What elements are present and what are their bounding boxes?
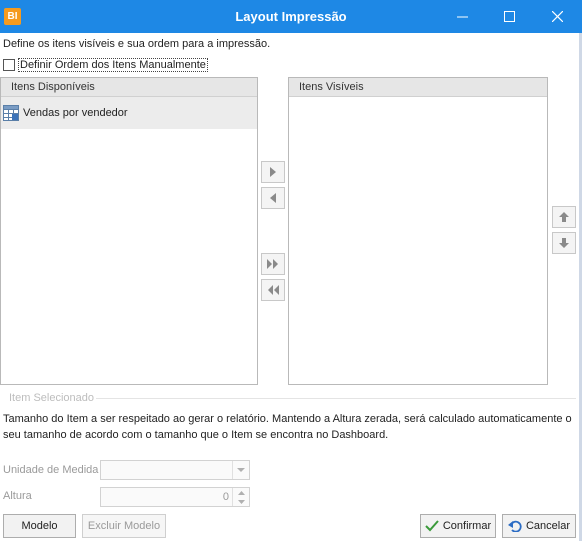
move-left-icon <box>270 193 276 203</box>
maximize-icon <box>503 11 515 22</box>
delete-model-button[interactable]: Excluir Modelo <box>82 514 166 538</box>
move-up-icon <box>559 212 569 222</box>
chevron-up-icon <box>237 490 245 495</box>
selected-item-info: Tamanho do Item a ser respeitado ao gera… <box>3 413 572 441</box>
available-items-panel[interactable]: Itens Disponíveis Vendas por vendedor <box>0 77 258 385</box>
minimize-button[interactable] <box>439 0 485 33</box>
manual-order-label[interactable]: Definir Ordem dos Itens Manualmente <box>18 58 208 72</box>
unit-select[interactable] <box>100 460 250 480</box>
close-button[interactable] <box>534 0 580 33</box>
move-down-icon <box>559 238 569 248</box>
cancel-button[interactable]: Cancelar <box>502 514 576 538</box>
cancel-button-label: Cancelar <box>525 520 571 532</box>
unit-label: Unidade de Medida <box>3 464 99 476</box>
table-report-icon <box>3 105 19 121</box>
manual-order-checkbox[interactable] <box>3 59 15 71</box>
visible-items-panel[interactable]: Itens Visíveis <box>288 77 548 385</box>
move-down-button[interactable] <box>552 232 576 254</box>
dropdown-button[interactable] <box>232 461 249 479</box>
visible-items-header: Itens Visíveis <box>289 78 547 97</box>
available-items-header: Itens Disponíveis <box>1 78 257 97</box>
stepper-buttons[interactable] <box>232 488 249 506</box>
description-text: Define os itens visíveis e sua ordem par… <box>3 38 271 50</box>
confirm-button[interactable]: Confirmar <box>420 514 496 538</box>
manual-order-checkbox-row[interactable]: Definir Ordem dos Itens Manualmente <box>3 58 208 72</box>
move-left-button[interactable] <box>261 187 285 209</box>
minimize-icon <box>456 16 468 18</box>
move-all-left-icon <box>268 285 279 295</box>
move-all-right-button[interactable] <box>261 253 285 275</box>
title-bar: BI Layout Impressão <box>0 0 582 33</box>
move-all-left-button[interactable] <box>261 279 285 301</box>
model-button[interactable]: Modelo <box>3 514 76 538</box>
list-item-label: Vendas por vendedor <box>23 107 128 119</box>
move-up-button[interactable] <box>552 206 576 228</box>
stepper-up-button[interactable] <box>233 488 249 497</box>
model-button-label: Modelo <box>21 520 58 532</box>
move-right-icon <box>270 167 276 177</box>
undo-icon <box>507 520 522 532</box>
height-label: Altura <box>3 490 32 502</box>
close-icon <box>551 11 563 22</box>
selected-item-group-title: Item Selecionado <box>9 392 94 404</box>
chevron-down-icon <box>237 467 245 472</box>
delete-model-button-label: Excluir Modelo <box>87 520 161 532</box>
list-item[interactable]: Vendas por vendedor <box>1 97 257 129</box>
maximize-button[interactable] <box>486 0 532 33</box>
height-stepper[interactable]: 0 <box>100 487 250 507</box>
move-right-button[interactable] <box>261 161 285 183</box>
move-all-right-icon <box>267 259 278 269</box>
chevron-down-icon <box>237 499 245 504</box>
height-value: 0 <box>222 491 229 503</box>
stepper-down-button[interactable] <box>233 497 249 506</box>
checkmark-icon <box>425 520 439 532</box>
group-divider <box>96 398 576 399</box>
confirm-button-label: Confirmar <box>442 520 492 532</box>
